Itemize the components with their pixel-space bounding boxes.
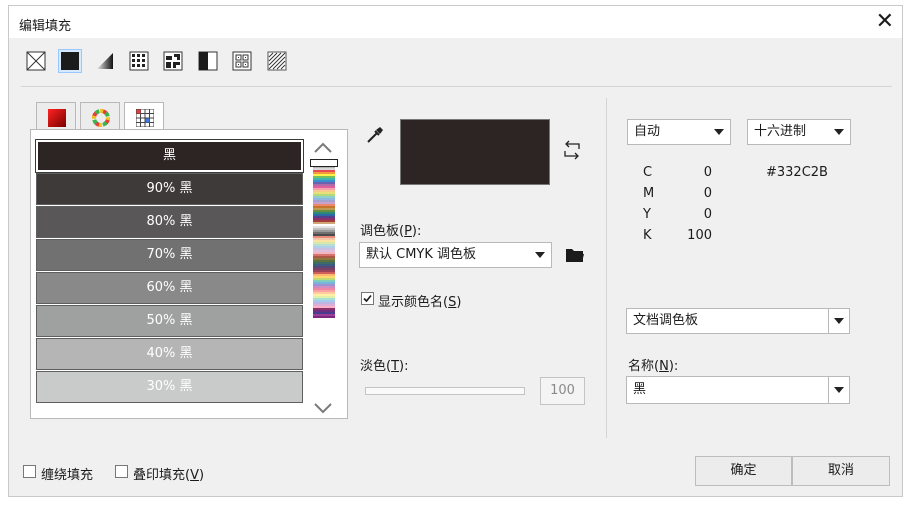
open-folder-icon[interactable] [565, 246, 585, 268]
document-palette-select[interactable]: 文档调色板 [626, 308, 850, 334]
palette-strip-color[interactable] [313, 316, 335, 318]
two-color-pattern-icon[interactable] [197, 50, 219, 72]
column-divider [606, 98, 607, 438]
edit-fill-dialog: 编辑填充 ✕ 黑 90% 黑 80% 黑 70% 黑 60% 黑 50% 黑 4… [8, 5, 903, 497]
tint-slider[interactable] [365, 387, 525, 395]
color-swatch[interactable]: 50% 黑 [36, 305, 303, 337]
title-bar: 编辑填充 ✕ [9, 6, 902, 38]
color-swatch[interactable]: 80% 黑 [36, 206, 303, 238]
tab-mixers[interactable] [80, 102, 120, 131]
uniform-fill-icon[interactable] [58, 49, 82, 73]
chevron-down-icon [834, 318, 844, 324]
value-format-value: 十六进制 [754, 124, 807, 139]
palette-select[interactable]: 默认 CMYK 调色板 [359, 242, 552, 268]
show-names-label: 显示颜色名(S) [378, 295, 462, 310]
fountain-fill-icon[interactable] [94, 50, 116, 72]
overprint-fill-label: 叠印填充(V) [133, 468, 205, 483]
cmyk-channel-value: 0 [703, 207, 712, 222]
eyedropper-icon[interactable] [364, 124, 386, 150]
dialog-footer: 缠绕填充 叠印填充(V) 确定 取消 [9, 448, 902, 496]
palette-label: 调色板(P): [360, 224, 422, 239]
palette-grid-icon [136, 109, 154, 127]
color-model-select[interactable]: 自动 [627, 119, 731, 145]
color-swatch[interactable]: 30% 黑 [36, 371, 303, 403]
color-name-dropdown[interactable] [828, 377, 849, 403]
cmyk-channel-label: Y [643, 207, 651, 222]
chevron-down-icon [535, 252, 545, 258]
postscript-fill-icon[interactable] [266, 50, 288, 72]
chevron-down-icon [834, 387, 844, 393]
tab-models[interactable] [36, 102, 76, 131]
color-model-value: 自动 [634, 124, 661, 139]
scroll-up-icon[interactable] [310, 138, 336, 158]
color-name-select[interactable]: 黑 [626, 376, 850, 404]
wrap-fill-checkbox[interactable] [23, 465, 36, 478]
color-swatch[interactable]: 90% 黑 [36, 173, 303, 205]
cmyk-channel-label: K [643, 228, 652, 243]
swap-colors-icon[interactable] [562, 139, 582, 165]
cmyk-channel-value: 0 [703, 165, 712, 180]
color-swatch[interactable]: 40% 黑 [36, 338, 303, 370]
vector-pattern-icon[interactable] [128, 50, 150, 72]
overprint-fill-checkbox[interactable] [115, 465, 128, 478]
ok-button[interactable]: 确定 [695, 456, 792, 486]
color-name-label: 名称(N): [628, 359, 679, 374]
cmyk-channel-label: C [643, 165, 653, 180]
color-swatch[interactable]: 黑 [35, 139, 304, 173]
bitmap-pattern-icon[interactable] [162, 50, 184, 72]
chevron-down-icon [834, 129, 844, 135]
scroll-thumb[interactable] [310, 159, 338, 167]
tint-label: 淡色(T): [360, 359, 409, 374]
wrap-fill-label: 缠绕填充 [41, 468, 94, 483]
palette-scrollbar[interactable] [306, 134, 340, 418]
palette-panel: 黑 90% 黑 80% 黑 70% 黑 60% 黑 50% 黑 40% 黑 30% 黑 [30, 129, 348, 419]
color-swatch[interactable]: 70% 黑 [36, 239, 303, 271]
show-names-checkbox[interactable] [361, 292, 374, 305]
cmyk-channel-value: 0 [703, 186, 712, 201]
palette-select-value: 默认 CMYK 调色板 [366, 247, 477, 262]
color-wheel-icon [92, 109, 110, 127]
chevron-down-icon [714, 129, 724, 135]
close-button[interactable]: ✕ [876, 8, 894, 36]
tab-palettes[interactable] [124, 102, 164, 132]
document-palette-value: 文档调色板 [633, 313, 699, 328]
document-palette-dropdown[interactable] [828, 309, 849, 333]
cmyk-channel-label: M [643, 186, 655, 201]
color-name-value: 黑 [633, 382, 647, 397]
texture-fill-icon[interactable] [231, 50, 253, 72]
value-format-select[interactable]: 十六进制 [747, 119, 851, 145]
palette-color-strip[interactable] [313, 160, 335, 394]
color-model-icon [48, 109, 66, 127]
no-fill-icon[interactable] [25, 50, 47, 72]
scroll-down-icon[interactable] [310, 398, 336, 418]
dialog-title: 编辑填充 [19, 19, 72, 34]
cancel-button[interactable]: 取消 [792, 456, 890, 486]
tint-value-input[interactable]: 100 [540, 377, 585, 405]
toolbar-divider [21, 86, 892, 87]
color-preview [400, 119, 550, 185]
cmyk-channel-value: 100 [687, 228, 712, 243]
color-swatch[interactable]: 60% 黑 [36, 272, 303, 304]
hex-value: #332C2B [766, 165, 828, 180]
